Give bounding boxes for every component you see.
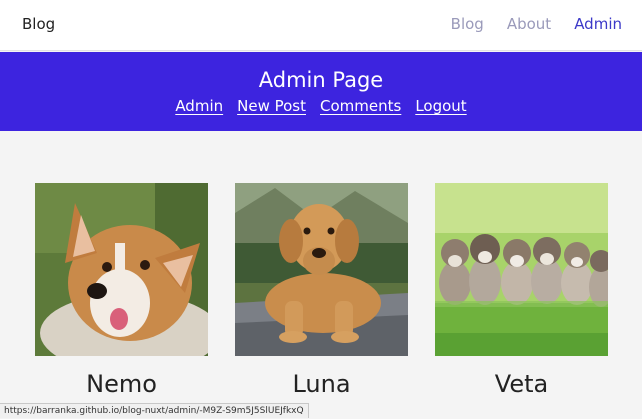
post-title[interactable]: Nemo (35, 370, 208, 398)
main-nav: Blog About Admin (451, 15, 622, 33)
post-card[interactable]: Veta (435, 183, 608, 398)
post-card[interactable]: Luna (235, 183, 408, 398)
nav-link-admin[interactable]: Admin (574, 15, 622, 33)
nav-link-blog[interactable]: Blog (451, 15, 484, 33)
nav-link-about[interactable]: About (507, 15, 551, 33)
post-thumbnail-retriever[interactable] (235, 183, 408, 356)
post-card[interactable]: Nemo (35, 183, 208, 398)
post-title[interactable]: Veta (435, 370, 608, 398)
top-navbar: Blog Blog About Admin (0, 0, 642, 51)
admin-banner: Admin Page Admin New Post Comments Logou… (0, 52, 642, 131)
link-status-bar: https://barranka.github.io/blog-nuxt/adm… (0, 403, 309, 418)
brand-link[interactable]: Blog (22, 15, 55, 33)
admin-link[interactable]: Admin (175, 97, 223, 115)
page-title: Admin Page (258, 68, 384, 92)
post-title[interactable]: Luna (235, 370, 408, 398)
comments-link[interactable]: Comments (320, 97, 401, 115)
admin-nav: Admin New Post Comments Logout (0, 97, 642, 115)
post-thumbnail-puppies[interactable] (435, 183, 608, 356)
new-post-link[interactable]: New Post (237, 97, 306, 115)
logout-link[interactable]: Logout (415, 97, 466, 115)
post-thumbnail-corgi[interactable] (35, 183, 208, 356)
